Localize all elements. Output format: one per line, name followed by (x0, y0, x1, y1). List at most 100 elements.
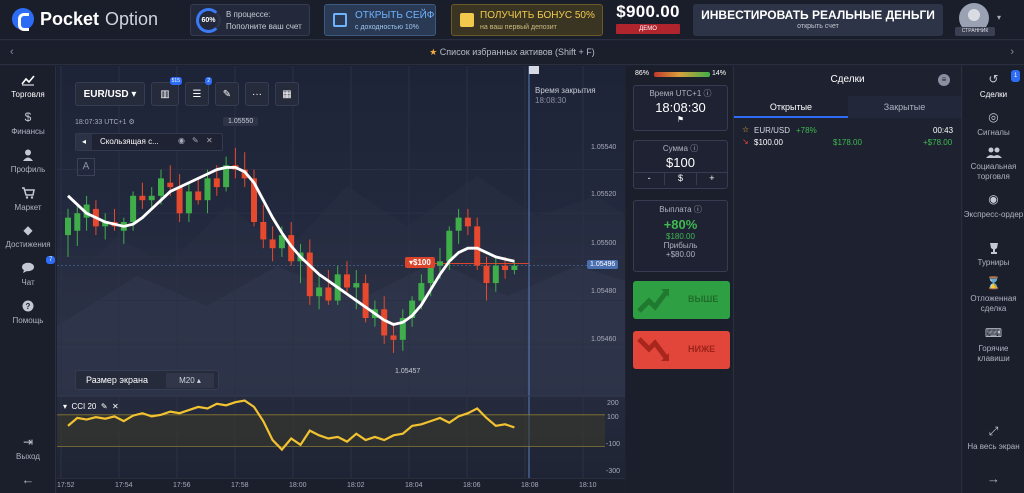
star-icon[interactable]: ☆ (742, 125, 749, 134)
sidebar-item-trading[interactable]: Торговля (0, 74, 56, 99)
edit-icon[interactable]: ✎ (101, 402, 108, 411)
candle (176, 187, 183, 214)
favorites-hint-text: Список избранных активов (Shift + F) (439, 47, 595, 57)
expiry-time-control[interactable]: Время UTC+1 ⓘ 18:08:30 ⚑ (633, 85, 728, 131)
sidebar-item-finance[interactable]: $ Финансы (0, 111, 56, 137)
sidebar-item-hotkeys[interactable]: ⌨ Горячие клавиши (963, 327, 1024, 364)
left-sidebar: Торговля $ Финансы Профиль Маркет ◆ Дост… (0, 66, 56, 493)
invest-real-money-button[interactable]: ИНВЕСТИРОВАТЬ РЕАЛЬНЫЕ ДЕНЬГИ открыть сч… (693, 4, 943, 36)
trade-marker-amount: $100 (413, 258, 431, 267)
chart-type-badge: 515 (169, 77, 182, 85)
indicator-panel: ◂ Скользящая с... ◉ ✎ ✕ (75, 133, 223, 151)
sidebar-item-tournaments[interactable]: Турниры (963, 242, 1024, 268)
candle (492, 265, 499, 284)
edit-icon[interactable]: ✎ (192, 136, 199, 145)
price-chart[interactable] (57, 66, 625, 478)
deal-amount: $100.00 (754, 138, 783, 147)
scroll-right-icon[interactable]: › (1010, 46, 1014, 58)
payout-info: Выплата ⓘ +80% $180.00 Прибыль +$80.00 (633, 200, 728, 272)
fullscreen-button[interactable]: ⤢ На весь экран (963, 425, 1024, 452)
sidebar-item-chat[interactable]: Чат 7 (0, 256, 56, 287)
sidebar-item-label: Профиль (10, 165, 46, 174)
deposit-progress-button[interactable]: 60% В процессе: Пополните ваш счет (190, 4, 310, 36)
asset-selector[interactable]: EUR/USD ▾ (75, 82, 145, 106)
cci-tick: -100 (606, 441, 621, 448)
chart-area[interactable]: EUR/USD ▾ ▥ 515 ☰ 2 ✎ ··· ▦ 18:07:33 UTC… (57, 66, 625, 478)
chart-type-button[interactable]: ▥ 515 (151, 77, 182, 106)
amount-currency-button[interactable]: $ (665, 173, 697, 185)
logo-icon (12, 8, 34, 31)
sidebar-item-market[interactable]: Маркет (0, 187, 56, 212)
layout-button[interactable]: ▦ (275, 82, 299, 106)
screen-size-control[interactable]: Размер экрана M20 ▴ (75, 370, 219, 390)
deal-time-left: 00:43 (933, 126, 954, 135)
profit-label: Прибыль (663, 241, 698, 250)
close-time-value: 18:08:30 (535, 96, 567, 105)
logo[interactable]: Pocket Option (12, 6, 158, 32)
time-tick: 18:06 (463, 482, 481, 489)
tab-closed[interactable]: Закрытые (848, 96, 961, 118)
sidebar-item-deals[interactable]: ↺ Сделки 1 (963, 70, 1024, 100)
deal-item[interactable]: ☆ EUR/USD +78% 00:43 ↘ $100.00 $178.00 +… (734, 122, 961, 152)
timeframe-select[interactable]: M20 ▴ (166, 373, 214, 388)
close-icon[interactable]: ✕ (206, 136, 213, 145)
trade-marker[interactable]: ▾$100 (405, 257, 435, 268)
progress-hint: Пополните ваш счет (226, 22, 302, 31)
user-avatar[interactable]: СТРАННИК ▾ (955, 3, 1001, 37)
sidebar-item-express-order[interactable]: ◉ Экспресс-ордер (963, 193, 1024, 220)
collapse-indicators-icon[interactable]: ◂ (76, 134, 92, 150)
tab-open[interactable]: Открытые (734, 96, 848, 118)
amount-control[interactable]: Сумма ⓘ $100 - $ + (633, 140, 728, 189)
sidebar-item-profile[interactable]: Профиль (0, 149, 56, 174)
amount-minus-button[interactable]: - (634, 173, 666, 185)
collapse-left-icon[interactable]: ← (0, 472, 56, 487)
deal-payout: $178.00 (833, 138, 862, 147)
drawing-button[interactable]: ✎ (215, 82, 239, 106)
screen-size-label: Размер экрана (86, 375, 148, 385)
time-axis: 17:52 17:54 17:56 17:58 18:00 18:02 18:04 18:06… (57, 478, 625, 493)
close-icon[interactable]: ✕ (112, 402, 119, 411)
sidebar-item-help[interactable]: ? Помощь (0, 300, 56, 325)
progress-status: В процессе: (226, 10, 271, 19)
eye-icon[interactable]: ◉ (178, 136, 185, 145)
candle (390, 335, 397, 340)
chevron-down-icon[interactable]: ▾ (63, 402, 67, 411)
sidebar-item-label: Достижения (5, 240, 51, 249)
list-icon[interactable]: ≡ (938, 74, 950, 86)
users-icon (963, 146, 1024, 159)
help-icon[interactable]: ⓘ (690, 144, 698, 153)
indicators-button[interactable]: ☰ 2 (185, 77, 212, 106)
open-safe-button[interactable]: ОТКРЫТЬ СЕЙФ с доходностью 10% (324, 4, 436, 36)
sidebar-item-signals[interactable]: ◎ Сигналы (963, 111, 1024, 138)
sidebar-item-achievements[interactable]: ◆ Достижения (0, 224, 56, 250)
buy-higher-button[interactable]: ВЫШЕ (633, 281, 730, 319)
amount-value[interactable]: $100 (634, 155, 727, 170)
favorites-hint[interactable]: ★ Список избранных активов (Shift + F) (0, 47, 1024, 58)
arrow-down-icon: ↘ (742, 137, 749, 146)
sidebar-item-pending-trade[interactable]: ⌛ Отложенная сделка (963, 277, 1024, 314)
sidebar-item-label: Отложенная сделка (970, 294, 1017, 313)
time-tick: 18:08 (521, 482, 539, 489)
more-button[interactable]: ··· (245, 82, 269, 106)
top-header: Pocket Option 60% В процессе: Пополните в… (0, 0, 1024, 40)
get-bonus-button[interactable]: ПОЛУЧИТЬ БОНУС 50% на ваш первый депозит (451, 4, 603, 36)
chevron-down-icon: ▾ (131, 88, 137, 100)
sidebar-item-social-trading[interactable]: Социальная торговля (963, 146, 1024, 182)
arrow-down-icon (637, 337, 669, 361)
favorites-bar: ‹ ★ Список избранных активов (Shift + F)… (0, 41, 1024, 65)
amount-plus-button[interactable]: + (697, 173, 727, 185)
balance-display[interactable]: $900.00 ДЕМО (612, 2, 684, 38)
collapse-right-icon[interactable]: → (963, 472, 1024, 485)
candle (74, 213, 81, 231)
indicators-badge: 2 (205, 77, 212, 85)
gear-icon[interactable]: ⚙ (129, 119, 135, 126)
asset-name: EUR/USD (83, 88, 129, 100)
candle (446, 230, 453, 262)
sell-lower-button[interactable]: НИЖЕ (633, 331, 730, 369)
demo-badge: ДЕМО (616, 24, 680, 34)
indicator-name: Скользящая с... (100, 137, 159, 146)
text-tool-box[interactable]: A (77, 158, 95, 176)
logout-button[interactable]: ⇥ Выход (0, 436, 56, 462)
help-icon[interactable]: ⓘ (704, 89, 712, 98)
help-icon[interactable]: ⓘ (694, 205, 702, 214)
